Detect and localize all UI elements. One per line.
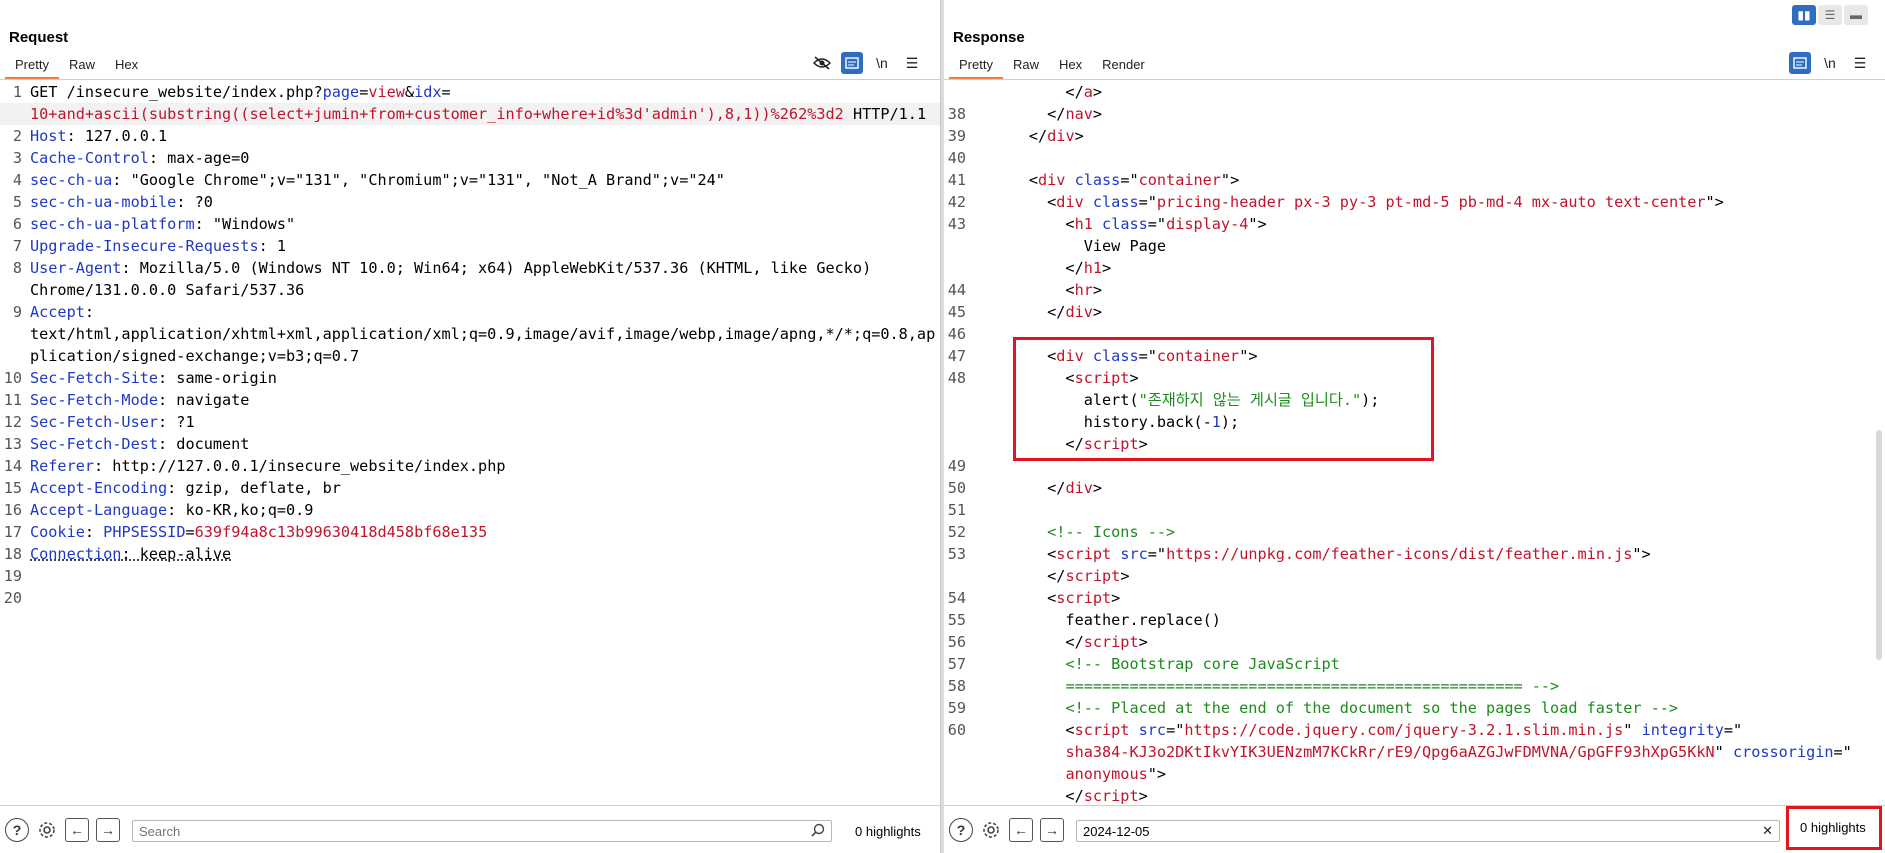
request-tabs: Pretty Raw Hex — [5, 55, 148, 79]
response-line-39: 39 </div> — [947, 127, 1084, 145]
request-search-bar: ? ← → 0 highlights — [0, 805, 940, 853]
request-highlights-count: 0 highlights — [855, 823, 921, 839]
response-line-50: 50 </div> — [947, 479, 1103, 497]
request-line-17: 17 Cookie: PHPSESSID=639f94a8c13b99630418… — [3, 523, 488, 541]
request-line-10: 10 Sec-Fetch-Site: same-origin — [3, 369, 277, 387]
response-toolbar: \n ☰ — [1789, 52, 1871, 74]
response-line-60-cont3: </script> — [974, 787, 1148, 805]
response-line-51: 51 — [947, 501, 966, 519]
response-line-60-cont: sha384-KJ3o2DKtIkvYIK3UENzmM7KCkRr/rE9/Q… — [1065, 743, 1852, 761]
response-line-59: 59 <!-- Placed at the end of the documen… — [947, 699, 1679, 717]
response-line-44: 44 <hr> — [947, 281, 1103, 299]
response-line-42: 42 <div class="pricing-header px-3 py-3 … — [947, 193, 1724, 211]
eye-off-icon[interactable] — [811, 52, 833, 74]
request-editor[interactable]: 1 GET /insecure_website/index.php?page=vi… — [0, 81, 940, 609]
request-line-11: 11 Sec-Fetch-Mode: navigate — [3, 391, 250, 409]
help-icon[interactable]: ? — [949, 818, 973, 842]
response-line-43-cont: View Page — [974, 237, 1167, 255]
tab-raw[interactable]: Raw — [59, 55, 105, 79]
request-line-4: 4 sec-ch-ua: "Google Chrome";v="131", "Ch… — [12, 171, 725, 189]
request-line-13: 13 Sec-Fetch-Dest: document — [3, 435, 250, 453]
request-line-9: 9 Accept: — [12, 303, 95, 321]
request-line-2: 2 Host: 127.0.0.1 — [12, 127, 168, 145]
request-line-8: 8 User-Agent: Mozilla/5.0 (Windows NT 10.… — [12, 259, 872, 277]
request-line-12: 12 Sec-Fetch-User: ?1 — [3, 413, 195, 431]
response-tabs: Pretty Raw Hex Render — [949, 55, 1155, 79]
layout-switcher: ▮▮ ☰ ▬ — [1792, 5, 1868, 25]
response-line-45: 45 </div> — [947, 303, 1103, 321]
request-line-9-cont: text/html,application/xhtml+xml,applicat… — [30, 325, 936, 343]
response-line-37-cont: </a> — [974, 83, 1103, 101]
response-separator — [944, 79, 1885, 80]
tab-pretty[interactable]: Pretty — [949, 55, 1003, 79]
response-pane: ▮▮ ☰ ▬ Response Pretty Raw Hex Render \n… — [944, 0, 1885, 853]
tab-render[interactable]: Render — [1092, 55, 1155, 79]
response-line-52: 52 <!-- Icons --> — [947, 523, 1176, 541]
pretty-format-icon[interactable] — [1789, 52, 1811, 74]
request-pane: Request Pretty Raw Hex \n ☰ 1 GET /insecu… — [0, 0, 940, 853]
response-scrollbar[interactable] — [1876, 430, 1882, 660]
request-line-9-cont2: plication/signed-exchange;v=b3;q=0.7 — [30, 347, 360, 365]
newline-toggle-icon[interactable]: \n — [871, 52, 893, 74]
response-line-43: 43 <h1 class="display-4"> — [947, 215, 1267, 233]
split-horizontal-icon[interactable]: ▮▮ — [1792, 5, 1816, 25]
request-line-6: 6 sec-ch-ua-platform: "Windows" — [12, 215, 296, 233]
request-line-5: 5 sec-ch-ua-mobile: ?0 — [12, 193, 213, 211]
request-line-7: 7 Upgrade-Insecure-Requests: 1 — [12, 237, 287, 255]
response-search-box: ✕ — [1076, 820, 1780, 842]
tab-hex[interactable]: Hex — [105, 55, 148, 79]
request-title: Request — [9, 29, 69, 46]
tab-hex[interactable]: Hex — [1049, 55, 1092, 79]
response-line-53-cont: </script> — [974, 567, 1130, 585]
search-icon[interactable] — [811, 823, 825, 840]
response-line-55: 55 feather.replace() — [947, 611, 1221, 629]
menu-icon[interactable]: ☰ — [1849, 52, 1871, 74]
tab-pretty[interactable]: Pretty — [5, 55, 59, 79]
arrow-left-icon[interactable]: ← — [1009, 818, 1033, 842]
request-line-20: 20 — [3, 589, 22, 607]
request-line-14: 14 Referer: http://127.0.0.1/insecure_web… — [3, 457, 506, 475]
search-input[interactable] — [1083, 823, 1763, 839]
clear-icon[interactable]: ✕ — [1762, 823, 1773, 839]
request-line-3: 3 Cache-Control: max-age=0 — [12, 149, 250, 167]
request-toolbar: \n ☰ — [811, 52, 923, 74]
response-highlights-count: 0 highlights — [1800, 819, 1866, 835]
response-line-60-cont2: anonymous"> — [1065, 765, 1167, 783]
request-line-15: 15 Accept-Encoding: gzip, deflate, br — [3, 479, 341, 497]
gear-icon[interactable] — [35, 818, 59, 842]
request-search-box — [132, 820, 832, 842]
request-line-8-cont: Chrome/131.0.0.0 Safari/537.36 — [30, 281, 305, 299]
arrow-right-icon[interactable]: → — [1040, 818, 1064, 842]
response-line-60: 60 <script src="https://code.jquery.com/… — [947, 721, 1743, 739]
highlight-box-script — [1013, 337, 1434, 461]
tab-raw[interactable]: Raw — [1003, 55, 1049, 79]
split-vertical-icon[interactable]: ☰ — [1818, 5, 1842, 25]
response-line-38: 38 </nav> — [947, 105, 1103, 123]
request-line-16: 16 Accept-Language: ko-KR,ko;q=0.9 — [3, 501, 314, 519]
response-title: Response — [953, 29, 1025, 46]
help-icon[interactable]: ? — [5, 818, 29, 842]
request-line-19: 19 — [3, 567, 22, 585]
response-line-54: 54 <script> — [947, 589, 1121, 607]
search-input[interactable] — [139, 823, 811, 839]
request-line-1-cont: 10+and+ascii(substring((select+jumin+fro… — [0, 103, 940, 125]
pretty-format-icon[interactable] — [841, 52, 863, 74]
arrow-right-icon[interactable]: → — [96, 818, 120, 842]
response-line-56: 56 </script> — [947, 633, 1148, 651]
response-line-57: 57 <!-- Bootstrap core JavaScript — [947, 655, 1340, 673]
arrow-left-icon[interactable]: ← — [65, 818, 89, 842]
request-line-1: 1 GET /insecure_website/index.php?page=vi… — [12, 83, 451, 101]
request-line-18: 18 Connection: keep-alive — [3, 545, 232, 563]
request-separator — [0, 79, 940, 80]
response-search-bar: ? ← → ✕ 0 highlights — [944, 805, 1885, 853]
newline-toggle-icon[interactable]: \n — [1819, 52, 1841, 74]
menu-icon[interactable]: ☰ — [901, 52, 923, 74]
response-line-53: 53 <script src="https://unpkg.com/feathe… — [947, 545, 1651, 563]
response-line-43-cont2: </h1> — [974, 259, 1112, 277]
response-line-58: 58 =====================================… — [947, 677, 1560, 695]
response-line-41: 41 <div class="container"> — [947, 171, 1240, 189]
response-line-40: 40 — [947, 149, 966, 167]
gear-icon[interactable] — [979, 818, 1003, 842]
single-pane-icon[interactable]: ▬ — [1844, 5, 1868, 25]
